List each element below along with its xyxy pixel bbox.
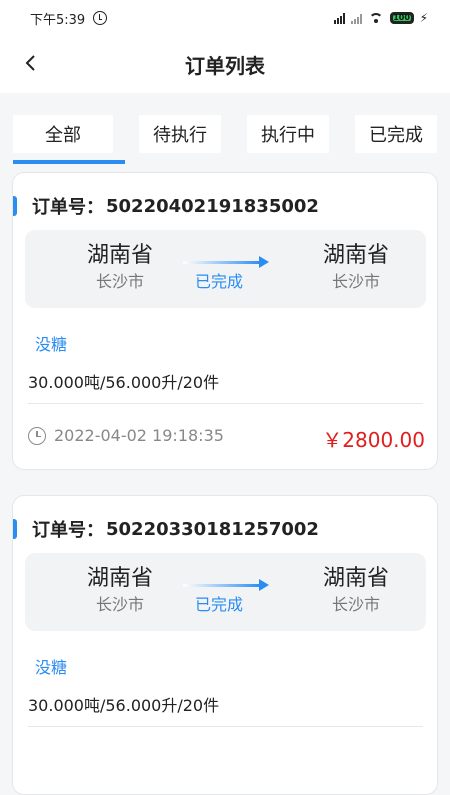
order-header: 订单号： 50220330181257002 <box>13 514 319 544</box>
destination-city: 长沙市 <box>331 595 380 614</box>
order-tabs: 全部 待执行 执行中 已完成 <box>0 93 450 164</box>
card-divider <box>28 403 423 404</box>
alarm-icon <box>93 11 108 25</box>
route-box: 湖南省 长沙市 已完成 湖南省 长沙市 <box>25 230 426 308</box>
origin-province: 湖南省 <box>86 566 153 591</box>
clock-icon <box>28 426 46 445</box>
destination-location: 湖南省 长沙市 <box>301 565 411 617</box>
status-time: 下午5:39 <box>30 12 86 28</box>
destination-province: 湖南省 <box>322 566 389 591</box>
tab-completed[interactable]: 已完成 <box>355 115 437 153</box>
order-number: 50220330181257002 <box>106 518 319 540</box>
destination-city: 长沙市 <box>331 272 380 291</box>
tab-completed-label: 已完成 <box>369 125 423 146</box>
tab-all-label: 全部 <box>45 125 81 146</box>
origin-location: 湖南省 长沙市 <box>65 565 175 617</box>
status-bar: 下午5:39 100 ⚡ <box>0 0 450 36</box>
order-marker <box>13 519 17 539</box>
order-status: 已完成 <box>195 272 244 291</box>
order-card[interactable]: 订单号： 50220330181257002 湖南省 长沙市 已完成 湖南省 长… <box>12 495 438 795</box>
arrow-head <box>259 256 269 268</box>
order-number: 50220402191835002 <box>106 195 319 217</box>
back-icon[interactable] <box>22 54 40 72</box>
goods-name: 没糖 <box>35 658 68 677</box>
order-status: 已完成 <box>195 595 244 614</box>
tab-all[interactable]: 全部 <box>13 115 125 164</box>
charging-icon: ⚡ <box>419 11 428 25</box>
active-tab-indicator <box>13 160 125 164</box>
goods-name: 没糖 <box>35 335 68 354</box>
destination-province: 湖南省 <box>322 243 389 268</box>
tab-in-progress[interactable]: 执行中 <box>247 115 329 153</box>
origin-city: 长沙市 <box>95 595 144 614</box>
back-arrow-icon <box>25 55 35 71</box>
goods-spec: 30.000吨/56.000升/20件 <box>28 696 220 715</box>
arrow-line <box>183 584 261 587</box>
order-label: 订单号： <box>32 197 104 218</box>
signal-icon <box>333 12 345 24</box>
origin-city: 长沙市 <box>95 272 144 291</box>
signal-secondary-icon <box>350 12 362 24</box>
tab-in-progress-label: 执行中 <box>261 125 315 146</box>
battery-icon: 100 <box>389 12 414 24</box>
page-title: 订单列表 <box>185 54 265 78</box>
origin-location: 湖南省 长沙市 <box>65 242 175 294</box>
order-price: ￥2800.00 <box>322 428 425 452</box>
tab-pending-label: 待执行 <box>153 125 207 146</box>
destination-location: 湖南省 长沙市 <box>301 242 411 294</box>
goods-spec: 30.000吨/56.000升/20件 <box>28 373 220 392</box>
status-right: 100 ⚡ <box>333 11 428 25</box>
tab-pending[interactable]: 待执行 <box>139 115 221 153</box>
arrow-line <box>183 261 261 264</box>
origin-province: 湖南省 <box>86 243 153 268</box>
status-left: 下午5:39 <box>30 9 108 28</box>
wifi-icon <box>368 12 384 24</box>
card-divider <box>28 726 423 727</box>
order-time: 2022-04-02 19:18:35 <box>54 426 224 445</box>
order-time-row: 2022-04-02 19:18:35 <box>28 426 224 445</box>
order-header: 订单号： 50220402191835002 <box>13 191 319 221</box>
order-label: 订单号： <box>32 520 104 541</box>
arrow-head <box>259 579 269 591</box>
order-marker <box>13 196 17 216</box>
battery-level: 100 <box>392 13 411 22</box>
route-box: 湖南省 长沙市 已完成 湖南省 长沙市 <box>25 553 426 631</box>
top-navigation: 订单列表 <box>0 36 450 93</box>
order-card[interactable]: 订单号： 50220402191835002 湖南省 长沙市 已完成 湖南省 长… <box>12 172 438 470</box>
